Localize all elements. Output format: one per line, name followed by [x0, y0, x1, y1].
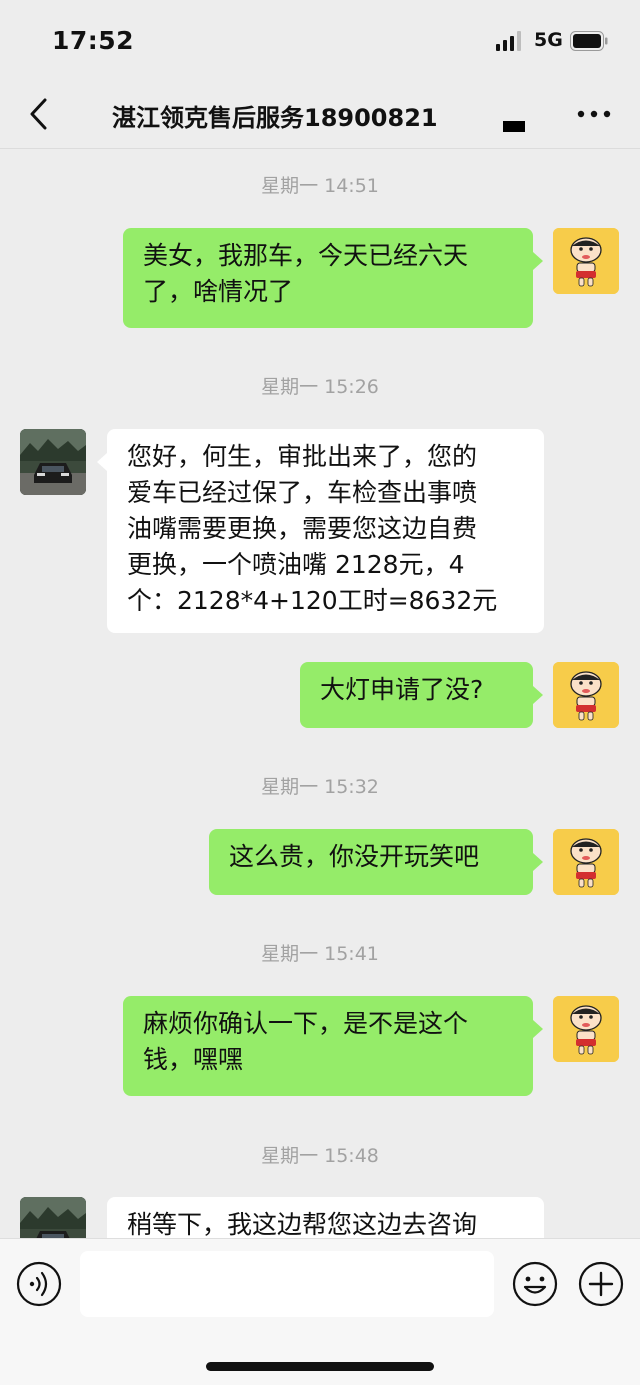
voice-icon	[16, 1261, 62, 1307]
message-text: 美女，我那车，今天已经六天 了，啥情况了	[143, 241, 469, 306]
message-bubble-sent[interactable]: 美女，我那车，今天已经六天 了，啥情况了	[123, 228, 543, 328]
contact-avatar[interactable]	[20, 1197, 86, 1238]
more-button[interactable]	[572, 96, 616, 132]
car-photo-avatar	[20, 1197, 86, 1238]
chevron-left-icon	[30, 98, 47, 130]
message-bubble-sent[interactable]: 这么贵，你没开玩笑吧	[209, 829, 543, 895]
message-text: 您好，何生，审批出来了，您的 爱车已经过保了，车检查出事喷 油嘴需要更换，需要您…	[127, 442, 498, 615]
message-text: 大灯申请了没?	[320, 675, 484, 704]
status-time: 17:52	[52, 26, 135, 55]
cartoon-avatar-icon	[553, 662, 619, 728]
self-avatar[interactable]	[553, 829, 619, 895]
message-bubble-received[interactable]: 您好，何生，审批出来了，您的 爱车已经过保了，车检查出事喷 油嘴需要更换，需要您…	[97, 429, 544, 633]
message-text: 这么贵，你没开玩笑吧	[229, 842, 480, 871]
message-bubble-received[interactable]: 稍等下，我这边帮您这边去咨询	[107, 1197, 544, 1238]
voice-button[interactable]	[16, 1261, 62, 1307]
input-bar	[0, 1238, 640, 1385]
message-bubble-sent[interactable]: 麻烦你确认一下，是不是这个 钱，嘿嘿	[123, 996, 543, 1096]
more-icon	[577, 110, 611, 118]
car-photo-avatar	[20, 429, 86, 495]
more-functions-button[interactable]	[578, 1261, 624, 1307]
timestamp: 星期一 15:32	[261, 776, 379, 798]
timestamp: 星期一 15:41	[261, 943, 379, 965]
cartoon-avatar-icon	[553, 228, 619, 294]
self-avatar[interactable]	[553, 996, 619, 1062]
message-bubble-sent[interactable]: 大灯申请了没?	[300, 662, 543, 728]
timestamp: 星期一 15:26	[261, 376, 379, 398]
emoji-icon	[512, 1261, 558, 1307]
battery-icon	[570, 31, 608, 51]
timestamp: 星期一 15:48	[261, 1145, 379, 1167]
redaction-mark	[503, 121, 525, 132]
self-avatar[interactable]	[553, 662, 619, 728]
message-text: 稍等下，我这边帮您这边去咨询	[127, 1210, 478, 1238]
message-text: 麻烦你确认一下，是不是这个 钱，嘿嘿	[143, 1009, 469, 1074]
home-indicator[interactable]	[206, 1362, 434, 1371]
message-input[interactable]	[80, 1251, 494, 1317]
cartoon-avatar-icon	[553, 829, 619, 895]
plus-icon	[578, 1261, 624, 1307]
signal-icon	[496, 31, 521, 51]
timestamp: 星期一 14:51	[261, 175, 379, 197]
emoji-button[interactable]	[512, 1261, 558, 1307]
network-label: 5G	[534, 29, 563, 51]
chat-title: 湛江领克售后服务18900821	[112, 104, 438, 132]
contact-avatar[interactable]	[20, 429, 86, 495]
back-button[interactable]	[18, 92, 58, 136]
self-avatar[interactable]	[553, 228, 619, 294]
chat-header: 湛江领克售后服务18900821	[0, 80, 640, 149]
status-bar: 17:52 5G	[0, 0, 640, 80]
cartoon-avatar-icon	[553, 996, 619, 1062]
